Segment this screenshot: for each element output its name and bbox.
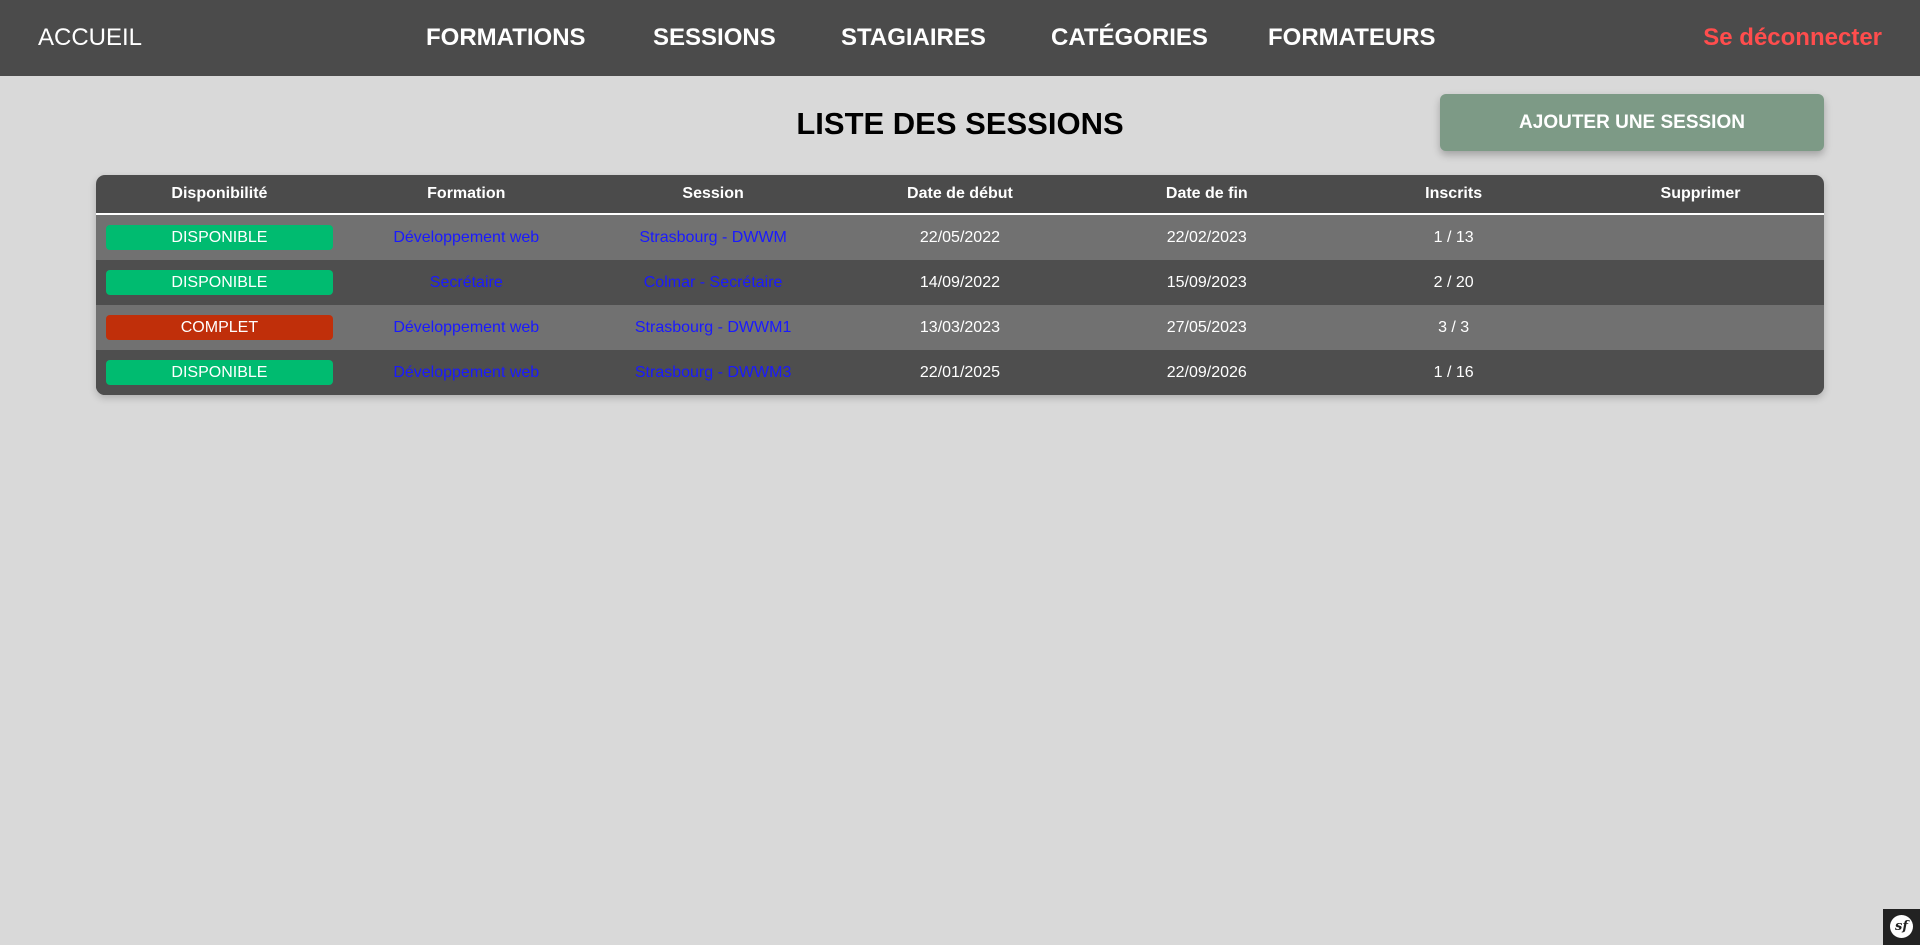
formation-cell: Développement web: [343, 214, 590, 260]
table-header-row: Disponibilité Formation Session Date de …: [96, 175, 1824, 215]
status-badge: COMPLET: [106, 315, 333, 340]
start-date-cell: 14/09/2022: [919, 273, 1000, 291]
table-row: DISPONIBLE Développement web Strasbourg …: [96, 214, 1824, 260]
delete-cell: [1577, 214, 1824, 260]
header-inscrits: Inscrits: [1330, 175, 1578, 215]
formation-cell: Développement web: [343, 350, 590, 395]
session-cell: Strasbourg - DWWM1: [590, 305, 837, 350]
status-badge: DISPONIBLE: [106, 360, 333, 385]
formation-cell: Secrétaire: [343, 260, 590, 305]
delete-cell: [1577, 260, 1824, 305]
end-date-cell: 27/05/2023: [1166, 318, 1247, 336]
start-date-cell: 13/03/2023: [919, 318, 1000, 336]
table-row: DISPONIBLE Développement web Strasbourg …: [96, 350, 1824, 395]
status-cell: DISPONIBLE: [96, 214, 343, 260]
status-cell: DISPONIBLE: [96, 260, 343, 305]
formation-link[interactable]: Secrétaire: [430, 274, 503, 291]
add-session-button[interactable]: AJOUTER UNE SESSION: [1440, 94, 1824, 151]
formation-link[interactable]: Développement web: [393, 364, 539, 381]
end-date-cell: 15/09/2023: [1166, 273, 1247, 291]
inscrits-cell: 1 / 13: [1433, 228, 1474, 246]
end-date-cell: 22/02/2023: [1166, 228, 1247, 246]
session-cell: Strasbourg - DWWM: [590, 214, 837, 260]
status-cell: DISPONIBLE: [96, 350, 343, 395]
formation-link[interactable]: Développement web: [393, 229, 539, 246]
header-date-debut: Date de début: [836, 175, 1084, 215]
header-disponibilite: Disponibilité: [96, 175, 343, 215]
nav-sessions-link[interactable]: SESSIONS: [653, 0, 776, 76]
delete-cell: [1577, 305, 1824, 350]
header-formation: Formation: [342, 175, 590, 215]
status-badge: DISPONIBLE: [106, 270, 333, 295]
session-link[interactable]: Strasbourg - DWWM: [639, 229, 787, 246]
symfony-toolbar-toggle[interactable]: sf: [1883, 909, 1920, 945]
start-date-cell: 22/05/2022: [919, 228, 1000, 246]
session-link[interactable]: Strasbourg - DWWM1: [635, 319, 791, 336]
header-session: Session: [589, 175, 837, 215]
header-date-fin: Date de fin: [1083, 175, 1331, 215]
nav-categories-link[interactable]: CATÉGORIES: [1051, 0, 1208, 76]
nav-home-link[interactable]: ACCUEIL: [38, 0, 142, 76]
symfony-icon: sf: [1890, 915, 1913, 938]
end-date-cell: 22/09/2026: [1166, 363, 1247, 381]
status-cell: COMPLET: [96, 305, 343, 350]
header-supprimer: Supprimer: [1577, 175, 1824, 215]
session-cell: Strasbourg - DWWM3: [590, 350, 837, 395]
session-cell: Colmar - Secrétaire: [590, 260, 837, 305]
nav-formations-link[interactable]: FORMATIONS: [426, 0, 586, 76]
delete-cell: [1577, 350, 1824, 395]
top-navbar: ACCUEIL FORMATIONS SESSIONS STAGIAIRES C…: [0, 0, 1920, 76]
table-row: DISPONIBLE Secrétaire Colmar - Secrétair…: [96, 260, 1824, 305]
inscrits-cell: 1 / 16: [1433, 363, 1474, 381]
inscrits-cell: 2 / 20: [1433, 273, 1474, 291]
sessions-table: Disponibilité Formation Session Date de …: [96, 175, 1824, 395]
nav-formateurs-link[interactable]: FORMATEURS: [1268, 0, 1436, 76]
logout-link[interactable]: Se déconnecter: [1703, 0, 1882, 76]
formation-cell: Développement web: [343, 305, 590, 350]
inscrits-cell: 3 / 3: [1438, 318, 1470, 336]
table-row: COMPLET Développement web Strasbourg - D…: [96, 305, 1824, 350]
session-link[interactable]: Strasbourg - DWWM3: [635, 364, 791, 381]
nav-stagiaires-link[interactable]: STAGIAIRES: [841, 0, 986, 76]
status-badge: DISPONIBLE: [106, 225, 333, 250]
formation-link[interactable]: Développement web: [393, 319, 539, 336]
session-link[interactable]: Colmar - Secrétaire: [644, 274, 783, 291]
start-date-cell: 22/01/2025: [919, 363, 1000, 381]
